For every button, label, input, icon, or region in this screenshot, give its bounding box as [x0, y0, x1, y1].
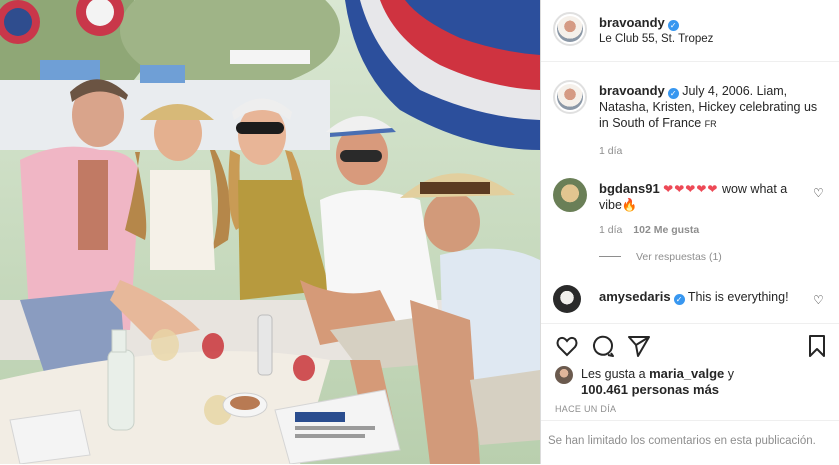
comment-meta: 1 día 102 Me gusta [599, 224, 699, 236]
comment-amysedaris: amysedaris ✓ This is everything! [599, 289, 804, 305]
share-icon[interactable] [627, 334, 651, 358]
post-location[interactable]: Le Club 55, St. Tropez [599, 33, 713, 45]
liker-avatar[interactable] [555, 366, 573, 384]
post-photo[interactable] [0, 0, 540, 464]
heart-emojis: ❤❤❤❤❤ [663, 182, 719, 196]
likes-user[interactable]: maria_valge [649, 366, 724, 381]
caption-text-block: bravoandy ✓ July 4, 2006. Liam, Natasha, … [599, 83, 824, 132]
commenter-avatar-amysedaris[interactable] [553, 285, 581, 313]
verified-badge-icon: ✓ [673, 294, 685, 305]
post-header: bravoandy ✓ Le Club 55, St. Tropez [541, 0, 839, 62]
comment-likes[interactable]: 102 Me gusta [633, 224, 699, 236]
author-line: bravoandy ✓ [599, 14, 679, 32]
likes-mid: y [727, 367, 735, 381]
comment-username[interactable]: bgdans91 [599, 181, 660, 196]
post-side-panel: bravoandy ✓ Le Club 55, St. Tropez bravoa… [540, 0, 839, 464]
comment-username[interactable]: amysedaris [599, 289, 671, 304]
caption-username[interactable]: bravoandy [599, 83, 665, 98]
commenter-avatar-bgdans91[interactable] [553, 178, 587, 212]
photo-illustration [0, 0, 540, 464]
post-viewer: bravoandy ✓ Le Club 55, St. Tropez bravoa… [0, 0, 839, 464]
bookmark-icon[interactable] [805, 334, 829, 358]
caption-time[interactable]: 1 día [599, 145, 622, 157]
replies-divider [599, 256, 621, 257]
like-comment-heart-icon[interactable]: ♡ [813, 186, 825, 200]
comments-limited-text: Se han limitado los comentarios en esta … [548, 435, 816, 447]
caption-avatar[interactable] [553, 80, 587, 114]
comment-bgdans91: bgdans91 ❤❤❤❤❤ wow what a vibe🔥 [599, 181, 804, 213]
view-replies-link[interactable]: Ver respuestas (1) [636, 251, 722, 263]
likes-prefix: Les gusta a [581, 367, 646, 381]
heart-icon[interactable] [555, 334, 579, 358]
author-username[interactable]: bravoandy [599, 15, 665, 30]
caption-lang-tag[interactable]: FR [705, 119, 717, 129]
verified-badge-icon: ✓ [667, 20, 679, 31]
verified-badge-icon: ✓ [667, 88, 679, 99]
comment-icon[interactable] [591, 334, 615, 358]
post-timestamp[interactable]: HACE UN DÍA [555, 404, 616, 414]
comments-limited-footer: Se han limitado los comentarios en esta … [541, 420, 839, 465]
comment-text: This is everything! [687, 290, 789, 304]
likes-count[interactable]: 100.461 personas más [581, 382, 719, 397]
author-avatar[interactable] [553, 12, 587, 46]
likes-summary: Les gusta a maria_valge y 100.461 person… [581, 366, 821, 398]
comment-time[interactable]: 1 día [599, 224, 622, 236]
like-comment-heart-icon[interactable]: ♡ [813, 293, 825, 307]
